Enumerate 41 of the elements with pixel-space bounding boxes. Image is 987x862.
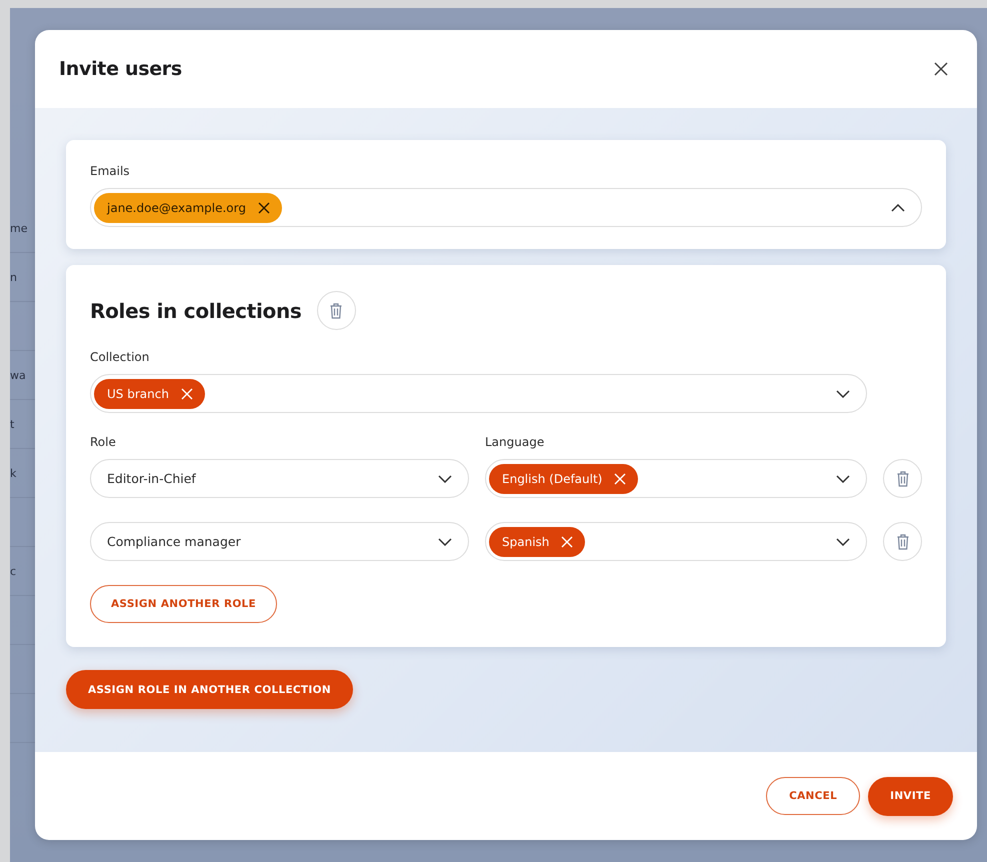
close-button[interactable] [934, 62, 948, 76]
delete-button[interactable] [883, 522, 922, 561]
assign-collection-button[interactable]: ASSIGN ROLE IN ANOTHER COLLECTION [66, 670, 353, 709]
trash-icon [330, 302, 342, 318]
table-cell: me [10, 222, 28, 234]
chevron-down-icon[interactable] [438, 474, 452, 482]
delete-button[interactable] [316, 291, 356, 330]
cancel-button[interactable]: CANCEL [766, 777, 860, 815]
table-cell: wa [10, 370, 26, 380]
chevron-down-icon[interactable] [836, 390, 850, 398]
table-cell: t [10, 418, 14, 430]
field-label: Collection [90, 350, 150, 364]
multi-select-field[interactable]: US branch [90, 374, 867, 413]
section-title: Roles in collections [90, 298, 302, 322]
dialog-title: Invite users [59, 58, 182, 80]
role-select[interactable]: Compliance manager [90, 522, 469, 561]
field-label: Role [90, 435, 117, 449]
table-cell: n [10, 272, 17, 282]
chevron-down-icon[interactable] [836, 538, 850, 546]
field-label: Emails [90, 164, 131, 178]
tag-chip: US branch [94, 378, 205, 408]
multi-select-field[interactable]: Spanish [485, 522, 867, 561]
tag-chip: jane.doe@example.org [94, 192, 282, 222]
chevron-up-icon[interactable] [891, 204, 905, 212]
tag-chip: Spanish [489, 526, 586, 556]
remove-icon[interactable] [258, 202, 270, 214]
multi-select-field[interactable]: jane.doe@example.org [90, 188, 922, 227]
table-cell: c [10, 566, 16, 576]
chevron-down-icon[interactable] [438, 538, 452, 546]
assign-role-button[interactable]: ASSIGN ANOTHER ROLE [90, 585, 278, 623]
trash-icon [896, 534, 908, 550]
role-select[interactable]: Editor-in-Chief [90, 459, 469, 498]
field-label: Language [485, 435, 546, 449]
multi-select-field[interactable]: English (Default) [485, 459, 867, 498]
table-cell: k [10, 468, 16, 478]
delete-button[interactable] [883, 459, 922, 498]
close-icon [934, 62, 948, 76]
trash-icon [896, 470, 908, 486]
tag-chip: English (Default) [489, 464, 638, 494]
invite-button[interactable]: INVITE [868, 776, 953, 816]
chevron-down-icon[interactable] [836, 474, 850, 482]
